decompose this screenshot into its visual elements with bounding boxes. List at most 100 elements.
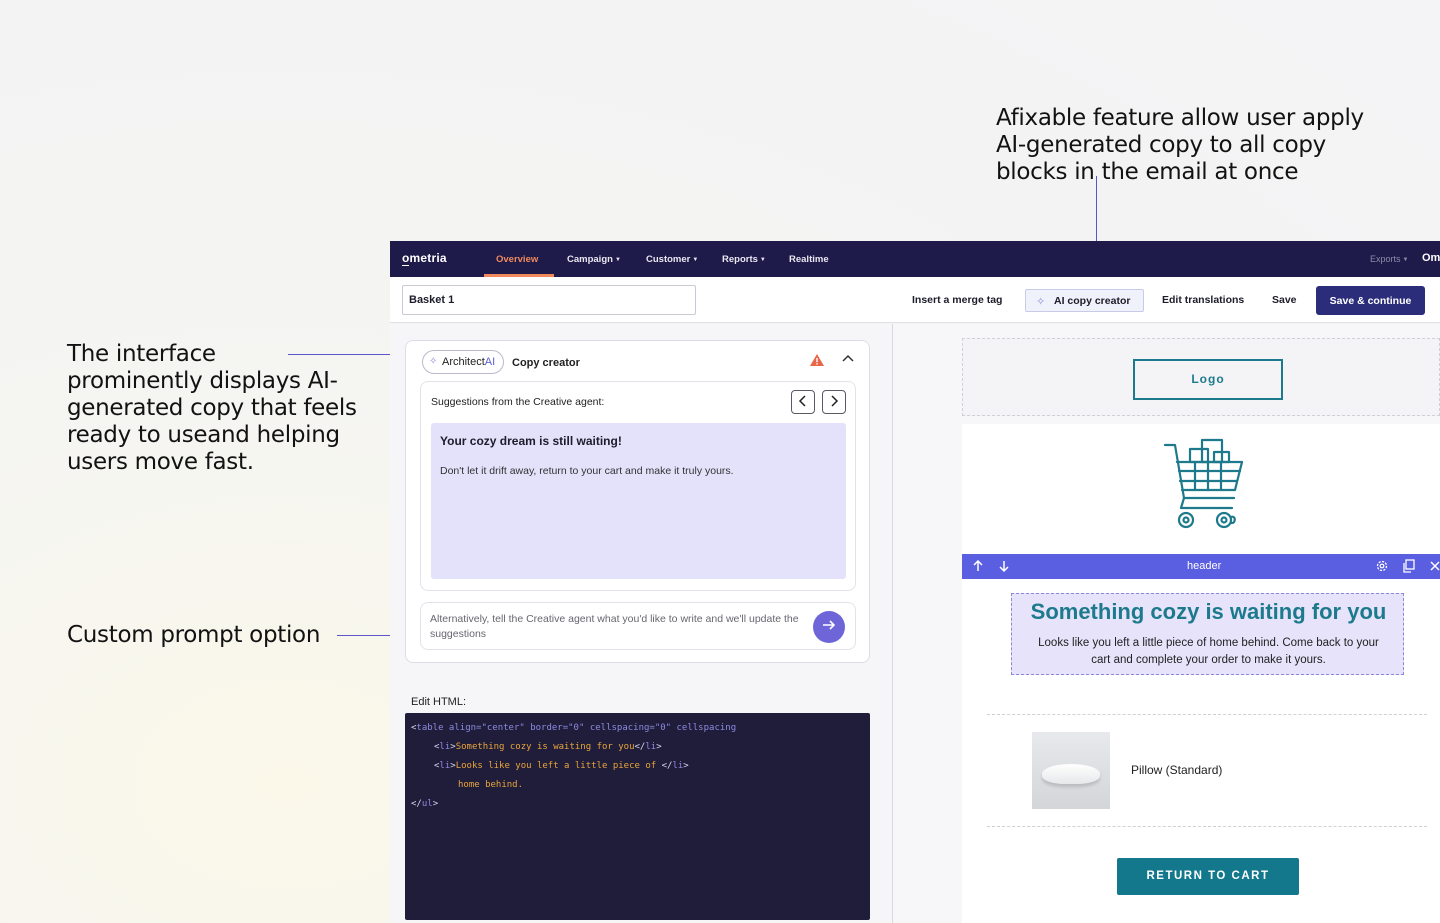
save-button[interactable]: Save <box>1272 294 1297 306</box>
shopping-cart-icon <box>1163 438 1244 529</box>
nav-exports-label: Exports <box>1370 254 1401 264</box>
nav-reports[interactable]: Reports ▼ <box>722 254 766 265</box>
previous-suggestion-button[interactable] <box>791 390 815 414</box>
block-toolbar-header: header <box>962 554 1440 579</box>
product-image <box>1032 732 1110 809</box>
email-logo-placeholder: Logo <box>1133 359 1283 400</box>
architect-label: Architect <box>442 356 485 368</box>
code-tag: li <box>439 742 451 752</box>
send-prompt-button[interactable] <box>813 611 845 643</box>
suggestion-body: Don't let it drift away, return to your … <box>440 465 734 477</box>
editor-toolbar: Insert a merge tag ✧ AI copy creator Edi… <box>390 277 1440 323</box>
code-tag: li <box>645 742 657 752</box>
custom-prompt-box[interactable]: Alternatively, tell the Creative agent w… <box>420 602 856 650</box>
divider <box>987 826 1427 827</box>
collapse-chevron-up-icon[interactable] <box>841 353 855 363</box>
ai-copy-creator-label: AI copy creator <box>1054 295 1131 307</box>
suggestion-content[interactable]: Your cozy dream is still waiting! Don't … <box>431 423 846 579</box>
brand-logo[interactable]: ometria <box>402 251 447 265</box>
nav-overview[interactable]: Overview <box>496 254 538 265</box>
code-text: home behind. <box>458 780 524 790</box>
divider <box>987 714 1427 715</box>
next-suggestion-button[interactable] <box>822 390 846 414</box>
caret-down-icon: ▼ <box>614 257 621 263</box>
annotation-custom-prompt: Custom prompt option <box>67 622 321 648</box>
sparkle-icon: ✧ <box>429 356 438 367</box>
edit-html-label: Edit HTML: <box>411 696 467 708</box>
nav-customer-label: Customer <box>646 254 691 265</box>
return-to-cart-button[interactable]: RETURN TO CART <box>1117 858 1299 895</box>
caret-down-icon: ▼ <box>692 257 699 263</box>
block-name-label: header <box>1187 560 1222 572</box>
caret-down-icon: ▼ <box>1402 257 1409 263</box>
code-bracket: > <box>656 742 662 752</box>
nav-campaign-label: Campaign <box>567 254 613 265</box>
code-bracket: </ <box>661 761 673 771</box>
save-continue-button[interactable]: Save & continue <box>1316 286 1425 315</box>
architect-ai-suffix: AI <box>484 356 496 368</box>
code-attributes: align="center" border="0" cellspacing="0… <box>443 723 737 733</box>
code-bracket: > <box>683 761 689 771</box>
left-editor-panel: ✧ ArchitectAI Copy creator Suggestions f… <box>390 324 892 923</box>
nav-overview-label: Overview <box>496 254 539 265</box>
code-line: <li>Looks like you left a little piece o… <box>411 761 864 780</box>
caret-down-icon: ▼ <box>759 257 766 263</box>
pillow-image <box>1042 764 1100 784</box>
email-image-block[interactable] <box>962 424 1440 554</box>
code-tag: li <box>672 761 684 771</box>
email-preview-panel: Logo header Something cozy is waiting fo… <box>893 324 1440 923</box>
annotation-apply-all: Afixable feature allow user apply AI-gen… <box>996 105 1364 185</box>
code-bracket: </ <box>411 799 422 809</box>
email-headline: Something cozy is waiting for you <box>1030 599 1387 624</box>
code-bracket: > <box>432 799 439 809</box>
arrow-down-icon[interactable] <box>998 560 1010 572</box>
sparkle-icon: ✧ <box>1036 296 1046 308</box>
chevron-left-icon <box>798 395 806 407</box>
nav-exports[interactable]: Exports ▼ <box>1370 254 1408 264</box>
code-line: <li>Something cozy is waiting for you</l… <box>411 742 864 761</box>
nav-realtime[interactable]: Realtime <box>789 254 829 265</box>
code-bracket: </ <box>634 742 646 752</box>
email-header-block[interactable]: Something cozy is waiting for you Looks … <box>962 579 1440 704</box>
app-window: ometria Overview Campaign ▼ Customer ▼ Rep… <box>390 241 1440 923</box>
ai-copy-creator-button[interactable]: ✧ AI copy creator <box>1025 289 1144 312</box>
email-product-block[interactable]: Pillow (Standard) <box>962 704 1440 837</box>
warning-icon[interactable] <box>809 353 825 367</box>
code-text: Something cozy is waiting for you <box>455 742 635 752</box>
nav-campaign[interactable]: Campaign ▼ <box>567 254 621 265</box>
gear-icon[interactable] <box>1375 559 1389 573</box>
code-tag: table <box>416 723 444 733</box>
edit-translations-button[interactable]: Edit translations <box>1162 294 1244 306</box>
arrow-right-icon <box>823 620 836 630</box>
code-text: Looks like you left a little piece of <box>455 761 662 771</box>
nav-user-account[interactable]: Om <box>1422 252 1440 264</box>
code-line: home behind. <box>411 780 864 799</box>
duplicate-icon[interactable] <box>1402 559 1416 573</box>
architect-ai-badge: ✧ ArchitectAI <box>422 350 505 374</box>
html-code-editor[interactable]: <table align="center" border="0" cellspa… <box>405 713 870 920</box>
suggestions-label: Suggestions from the Creative agent: <box>431 396 605 408</box>
annotation-ai-copy: The interface prominently displays AI-ge… <box>67 341 357 475</box>
code-tag: li <box>439 761 451 771</box>
code-tag: ul <box>421 799 433 809</box>
email-logo-block[interactable]: Logo <box>962 338 1440 416</box>
custom-prompt-input[interactable]: Alternatively, tell the Creative agent w… <box>430 612 800 642</box>
email-body-copy: Looks like you left a little piece of ho… <box>1038 637 1379 666</box>
editable-copy-area[interactable]: Something cozy is waiting for you Looks … <box>1011 593 1404 675</box>
code-line: <table align="center" border="0" cellspa… <box>411 723 864 742</box>
suggestions-box: Suggestions from the Creative agent: You… <box>420 381 856 591</box>
arrow-up-icon[interactable] <box>972 560 984 572</box>
campaign-name-input[interactable] <box>402 285 696 315</box>
close-icon[interactable] <box>1429 560 1440 572</box>
nav-realtime-label: Realtime <box>789 254 829 265</box>
nav-reports-label: Reports <box>722 254 758 265</box>
copy-creator-title: Copy creator <box>512 357 580 369</box>
ai-copy-creator-card: ✧ ArchitectAI Copy creator Suggestions f… <box>405 340 870 663</box>
product-name: Pillow (Standard) <box>1131 763 1223 777</box>
email-cta-block[interactable]: RETURN TO CART <box>962 837 1440 923</box>
nav-customer[interactable]: Customer ▼ <box>646 254 698 265</box>
suggestion-heading: Your cozy dream is still waiting! <box>440 434 622 448</box>
insert-merge-tag-button[interactable]: Insert a merge tag <box>912 294 1002 306</box>
top-nav: ometria Overview Campaign ▼ Customer ▼ Rep… <box>390 241 1440 277</box>
brand-logo-underline <box>402 265 409 266</box>
